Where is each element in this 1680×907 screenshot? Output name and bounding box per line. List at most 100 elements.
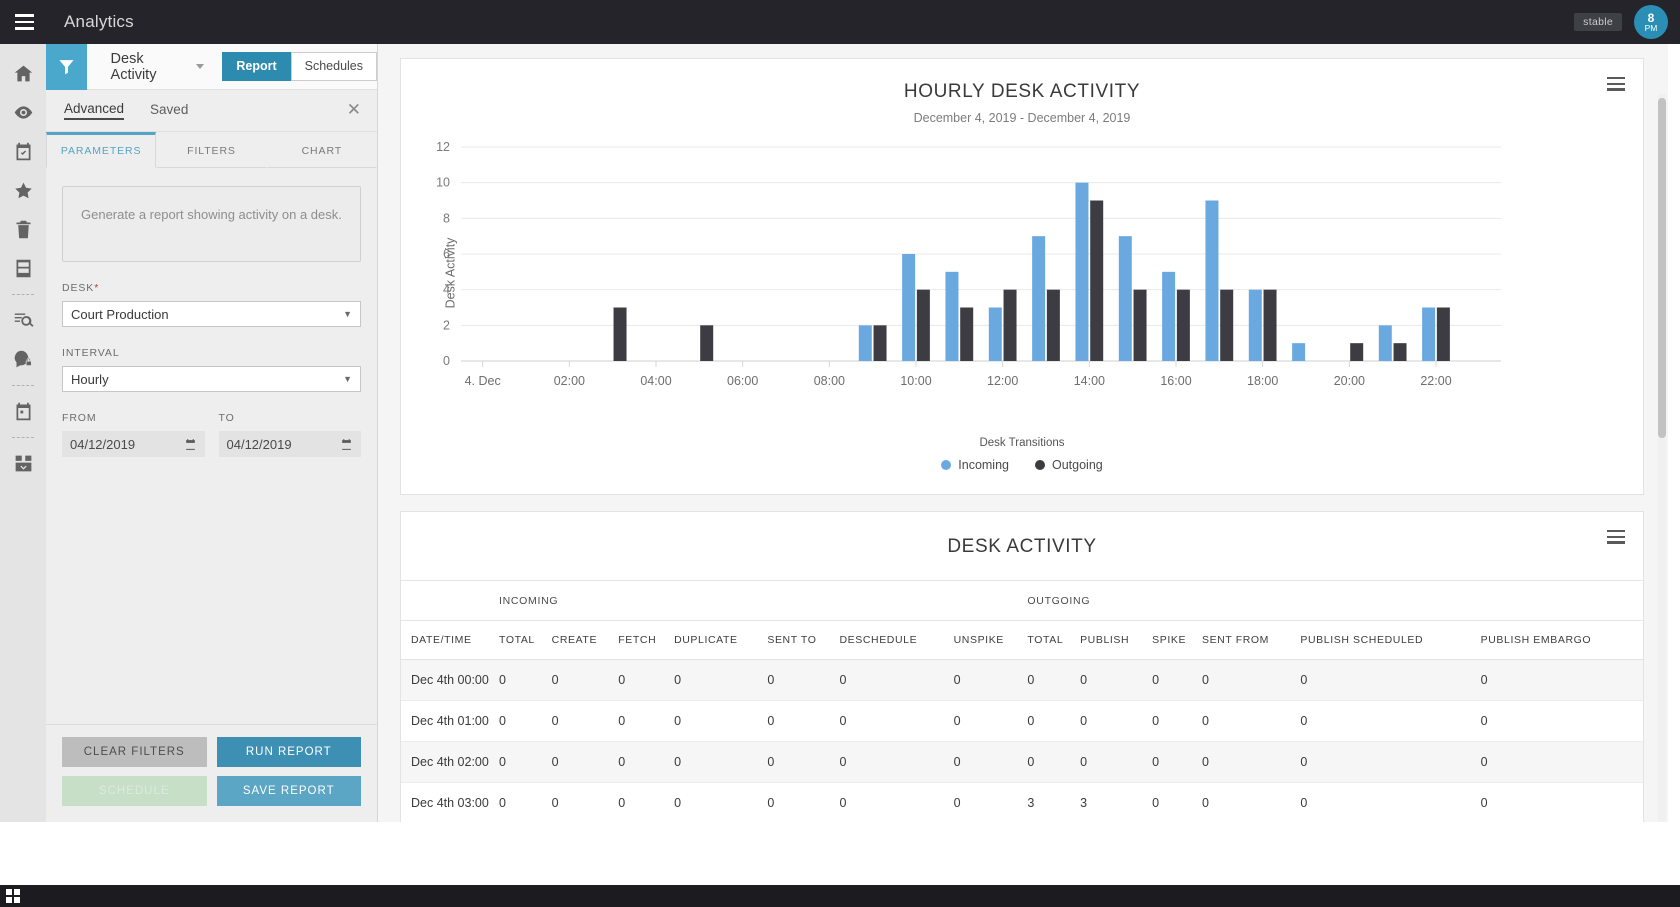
sidebar-item-tasks[interactable] xyxy=(0,132,46,171)
table-row[interactable]: Dec 4th 03:00 0 0 0 0 0 0 0 3 3 0 0 0 0 xyxy=(401,782,1643,822)
chart-bar[interactable] xyxy=(1003,289,1017,361)
from-date-input[interactable]: 04/12/2019 xyxy=(62,431,205,457)
table-header-row: DATE/TIME TOTAL CREATE FETCH DUPLICATE SENT T… xyxy=(401,620,1643,660)
run-report-button[interactable]: RUN REPORT xyxy=(216,737,361,767)
scrollbar-thumb[interactable] xyxy=(1658,98,1666,438)
hamburger-icon[interactable] xyxy=(0,0,48,44)
chart-bar[interactable] xyxy=(1176,289,1190,361)
sidebar-item-archive[interactable] xyxy=(0,249,46,288)
chart-bar[interactable] xyxy=(1350,343,1364,361)
table-cell: 0 xyxy=(839,659,954,701)
chart-bar[interactable] xyxy=(1046,289,1060,361)
chart-bar[interactable] xyxy=(988,307,1002,362)
chart-bar[interactable] xyxy=(1090,200,1104,362)
tab-advanced[interactable]: Advanced xyxy=(64,101,125,120)
table-cell: 0 xyxy=(674,782,768,822)
chart-title: HOURLY DESK ACTIVITY xyxy=(903,81,1141,102)
chart-bar[interactable] xyxy=(916,289,930,361)
tab-saved[interactable]: Saved xyxy=(150,102,188,119)
sidebar-item-trash[interactable] xyxy=(0,210,46,249)
table-menu-button[interactable] xyxy=(1607,530,1625,544)
table-cell: 0 xyxy=(618,700,675,742)
desk-select[interactable]: Court Production ▼ xyxy=(62,301,361,327)
legend-title: Desk Transitions xyxy=(979,437,1065,449)
table-column-header[interactable]: FETCH xyxy=(618,620,675,660)
table-column-header[interactable]: PUBLISH xyxy=(1080,620,1153,660)
chart-bar[interactable] xyxy=(902,254,916,361)
sidebar-item-ingest[interactable] xyxy=(0,444,46,483)
chart-card: HOURLY DESK ACTIVITY December 4, 2019 - … xyxy=(400,58,1644,495)
chart-bar[interactable] xyxy=(1292,343,1306,361)
sidebar-item-calendar[interactable] xyxy=(0,392,46,431)
chart-bar[interactable] xyxy=(613,307,627,362)
table-column-header[interactable]: DATE/TIME xyxy=(401,620,499,660)
page-title: Analytics xyxy=(64,12,134,31)
windows-start-icon[interactable] xyxy=(6,889,20,903)
table-column-header[interactable]: UNSPIKE xyxy=(953,620,1028,660)
inbox-download-icon xyxy=(15,455,31,472)
chart-bar[interactable] xyxy=(1436,307,1450,362)
to-date-input[interactable]: 04/12/2019 xyxy=(218,431,361,457)
legend-item-outgoing[interactable]: Outgoing xyxy=(1035,458,1103,472)
sidebar-item-favorites[interactable] xyxy=(0,171,46,210)
table-column-header[interactable]: PUBLISH SCHEDULED xyxy=(1300,620,1481,660)
interval-select[interactable]: Hourly ▼ xyxy=(62,366,361,392)
table-column-header[interactable]: DUPLICATE xyxy=(674,620,768,660)
table-column-header[interactable]: TOTAL xyxy=(499,620,552,660)
chart-bar[interactable] xyxy=(1032,236,1046,361)
chart-bar[interactable] xyxy=(1248,289,1262,361)
chart-bar[interactable] xyxy=(1422,307,1436,362)
table-column-header[interactable]: CREATE xyxy=(551,620,619,660)
save-report-button[interactable]: SAVE REPORT xyxy=(216,776,361,806)
tab-schedules[interactable]: Schedules xyxy=(290,51,377,82)
chart-bar[interactable] xyxy=(1263,289,1277,361)
archive-cabinet-icon xyxy=(16,259,30,278)
report-type-dropdown[interactable]: Desk Activity xyxy=(111,51,205,83)
table-column-header[interactable]: SENT FROM xyxy=(1201,620,1301,660)
sidebar-item-permissions[interactable] xyxy=(0,340,46,379)
chart-bar[interactable] xyxy=(700,325,714,361)
chart-bar[interactable] xyxy=(1378,325,1392,361)
chart-bar[interactable] xyxy=(1133,289,1147,361)
close-icon[interactable]: ✕ xyxy=(347,101,361,118)
table-cell: 0 xyxy=(1300,741,1481,783)
sidebar-item-search[interactable] xyxy=(0,301,46,340)
bar-chart-svg[interactable]: 0246810124. Dec 02:00 04:00 06:00 08:00 10:00… xyxy=(409,139,1509,407)
table-cell: 0 xyxy=(1027,700,1081,742)
calendar-icon[interactable] xyxy=(340,438,353,451)
subtab-filters[interactable]: FILTERS xyxy=(156,132,267,168)
chart-bar[interactable] xyxy=(945,271,959,361)
chart-bar[interactable] xyxy=(1118,236,1132,361)
chart-bar[interactable] xyxy=(1220,289,1234,361)
table-column-header[interactable]: PUBLISH EMBARGO xyxy=(1480,620,1643,660)
table-column-header[interactable]: TOTAL xyxy=(1027,620,1081,660)
table-cell: 0 xyxy=(767,782,840,822)
sidebar-item-home[interactable] xyxy=(0,54,46,93)
clear-filters-button[interactable]: CLEAR FILTERS xyxy=(62,737,207,767)
calendar-icon[interactable] xyxy=(184,438,197,451)
sidebar-item-watch[interactable] xyxy=(0,93,46,132)
chart-bar[interactable] xyxy=(1075,182,1089,361)
chart-bar[interactable] xyxy=(873,325,887,361)
chart-menu-button[interactable] xyxy=(1607,77,1625,91)
subtab-chart[interactable]: CHART xyxy=(266,132,377,168)
table-column-header[interactable]: SPIKE xyxy=(1152,620,1202,660)
chart-subtitle: December 4, 2019 - December 4, 2019 xyxy=(913,111,1131,125)
table-row[interactable]: Dec 4th 00:00 0 0 0 0 0 0 0 0 0 0 0 0 0 xyxy=(401,659,1643,701)
chart-bar[interactable] xyxy=(1205,200,1219,362)
filter-toggle-button[interactable] xyxy=(46,43,87,90)
chart-bar[interactable] xyxy=(858,325,872,361)
table-row[interactable]: Dec 4th 02:00 0 0 0 0 0 0 0 0 0 0 0 0 0 xyxy=(401,741,1643,783)
tab-report[interactable]: Report xyxy=(222,51,291,82)
table-title: DESK ACTIVITY xyxy=(947,536,1097,557)
table-column-header[interactable]: SENT TO xyxy=(767,620,840,660)
chart-bar[interactable] xyxy=(1162,271,1176,361)
table-row[interactable]: Dec 4th 01:00 0 0 0 0 0 0 0 0 0 0 0 0 0 xyxy=(401,700,1643,742)
chart-bar[interactable] xyxy=(960,307,974,362)
chart-bar[interactable] xyxy=(1393,343,1407,361)
legend-item-incoming[interactable]: Incoming xyxy=(941,458,1009,472)
table-cell: 0 xyxy=(1201,782,1301,822)
table-column-header[interactable]: DESCHEDULE xyxy=(839,620,954,660)
clock-widget[interactable]: 8 PM xyxy=(1634,5,1668,39)
subtab-parameters[interactable]: PARAMETERS xyxy=(46,132,157,168)
